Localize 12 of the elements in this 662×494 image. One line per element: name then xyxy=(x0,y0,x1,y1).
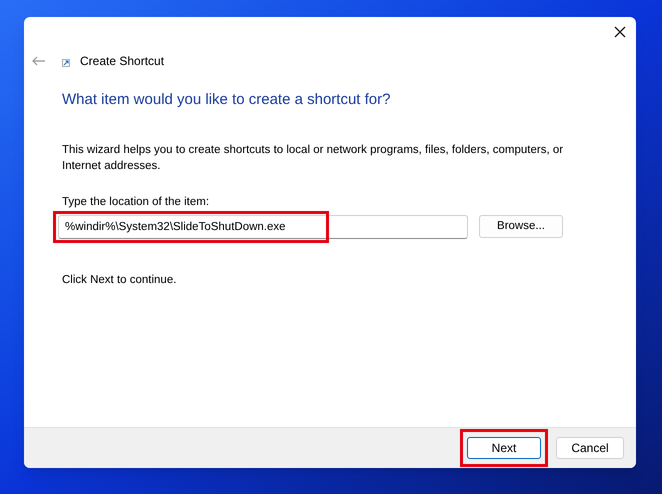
shortcut-icon xyxy=(62,59,70,67)
location-label: Type the location of the item: xyxy=(62,194,210,210)
dialog-button[interactable]: Next xyxy=(467,437,541,459)
back-arrow-icon[interactable] xyxy=(32,56,46,66)
window-title: Create Shortcut xyxy=(80,53,164,70)
wizard-heading: What item would you like to create a shortcut for? xyxy=(62,90,392,110)
continue-hint: Click Next to continue. xyxy=(62,272,178,288)
location-field[interactable]: %windir%\System32\SlideToShutDown.exe xyxy=(58,214,468,239)
wizard-description: This wizard helps you to create shortcuts to local or network programs, files, folders, computers, or Internet addresses. xyxy=(62,142,564,174)
dialog-button[interactable]: Cancel xyxy=(556,437,624,459)
browse-button[interactable]: Browse... xyxy=(479,215,563,238)
close-icon[interactable] xyxy=(614,26,626,38)
